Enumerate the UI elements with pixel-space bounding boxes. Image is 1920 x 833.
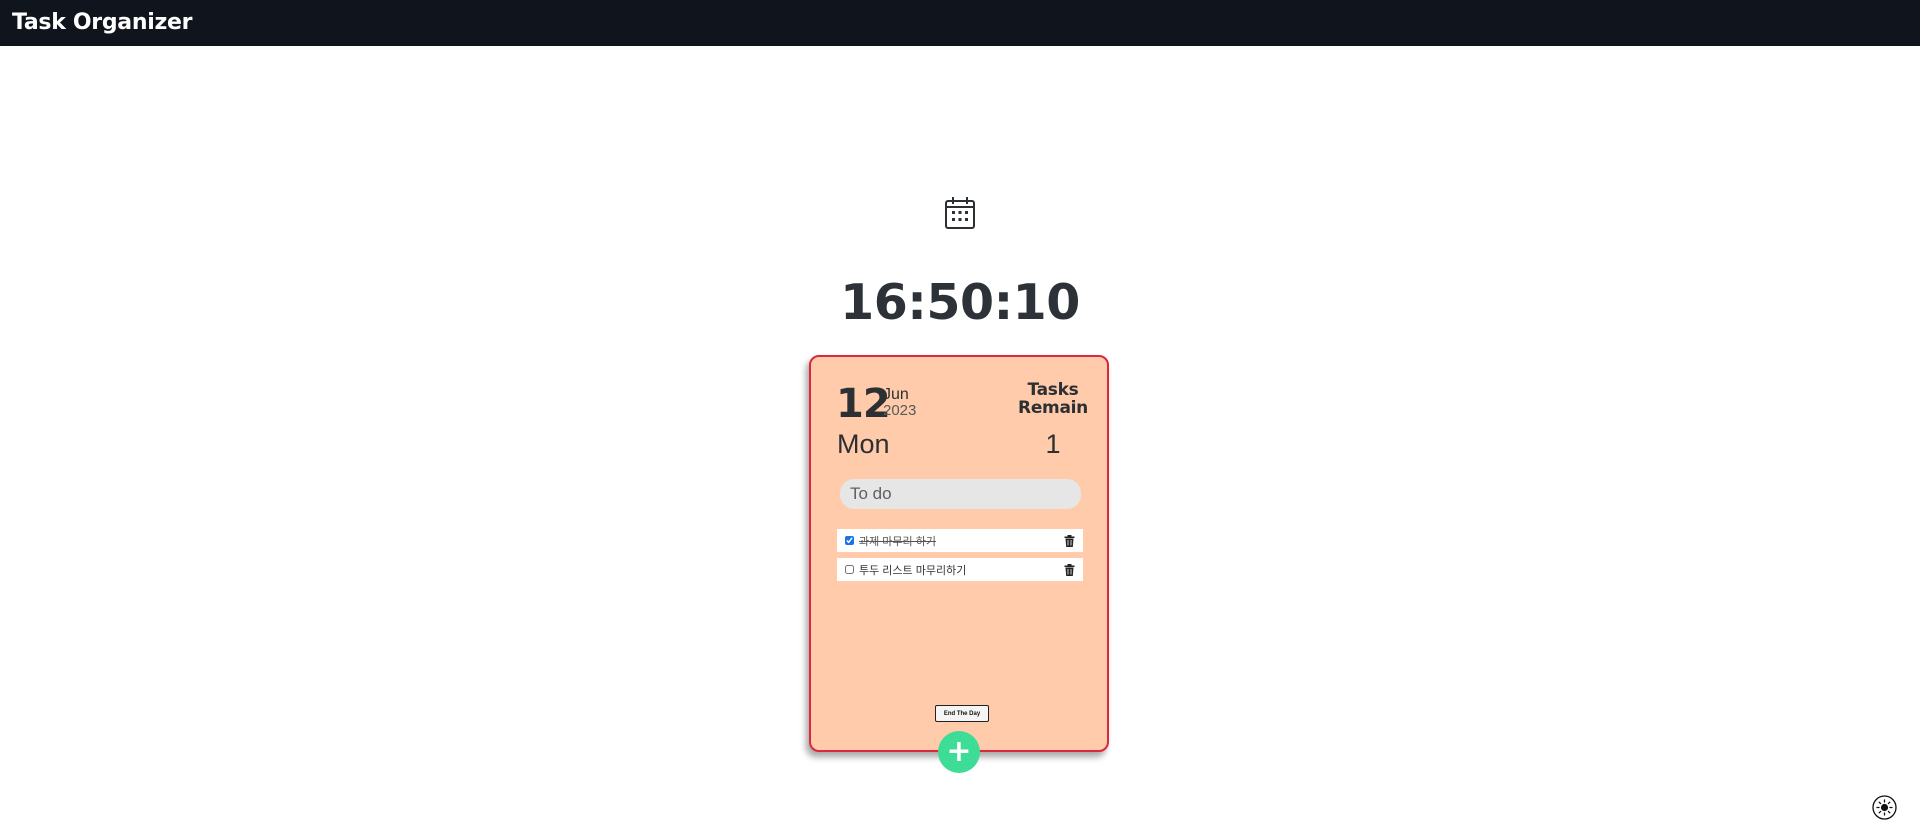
year-label: 2023 [883,402,917,419]
add-task-button[interactable]: + [938,731,980,773]
day-number: 12 [836,381,891,427]
plus-icon: + [946,734,972,769]
task-checkbox[interactable] [845,565,854,574]
tasks-remain-label: Tasks Remain [1018,380,1088,418]
task-checkbox[interactable] [845,536,854,545]
top-nav-bar: Task Organizer [0,0,1920,46]
trash-icon[interactable] [1064,534,1075,547]
trash-icon[interactable] [1064,563,1075,576]
weekday-label: Mon [837,429,890,459]
task-list: 과제 마무리 하기 투두 리스트 마무리하기 [837,529,1083,587]
app-title[interactable]: Task Organizer [12,10,192,35]
task-text: 과제 마무리 하기 [859,535,936,548]
todo-input[interactable] [840,479,1081,509]
calendar-icon[interactable] [944,196,976,230]
day-card: 12 Jun 2023 Mon Tasks Remain 1 과제 마무리 하기… [809,355,1109,752]
theme-toggle-sun-icon[interactable] [1872,795,1897,820]
task-item: 투두 리스트 마무리하기 [837,558,1083,581]
tasks-remain-count: 1 [1045,429,1061,459]
task-text: 투두 리스트 마무리하기 [859,564,967,577]
task-item: 과제 마무리 하기 [837,529,1083,552]
current-time-clock: 16:50:10 [840,274,1080,331]
end-day-button[interactable]: End The Day [935,705,989,722]
